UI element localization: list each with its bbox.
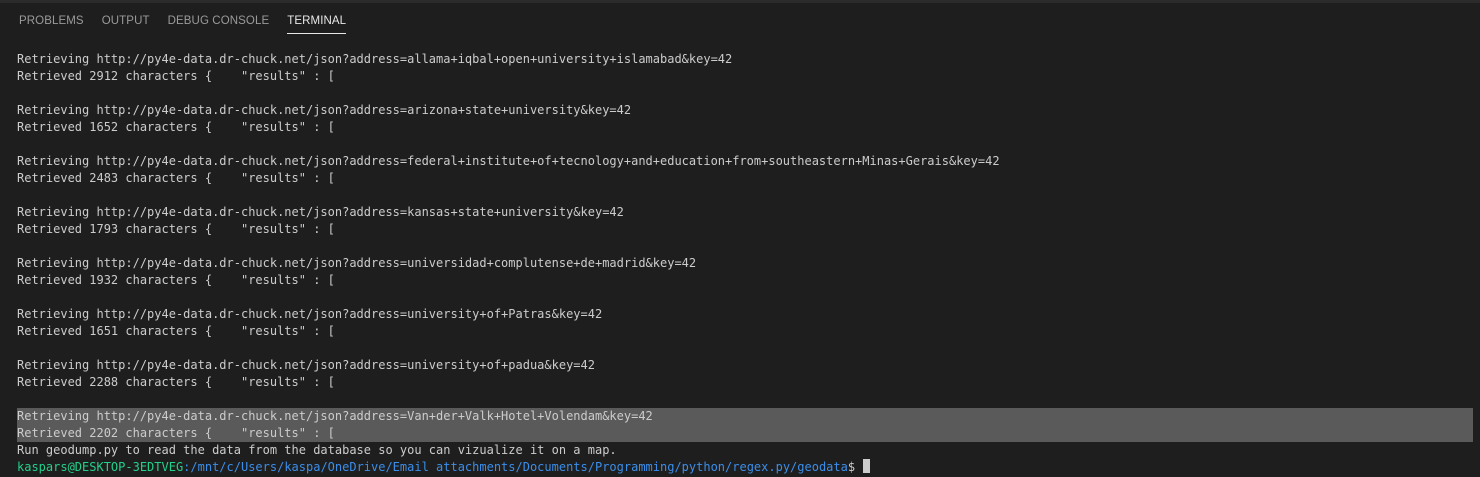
terminal-line-retrieved: Retrieved 1651 characters { "results" : … [17, 324, 335, 338]
terminal-cursor [863, 459, 871, 473]
terminal-output[interactable]: Retrieving http://py4e-data.dr-chuck.net… [17, 51, 1480, 476]
terminal-line-retrieved: Retrieved 1793 characters { "results" : … [17, 222, 335, 236]
terminal-line-retrieving: Retrieving http://py4e-data.dr-chuck.net… [17, 205, 624, 219]
terminal-line-retrieving: Retrieving http://py4e-data.dr-chuck.net… [17, 52, 733, 66]
terminal-line-retrieving: Retrieving http://py4e-data.dr-chuck.net… [17, 103, 632, 117]
terminal-panel: PROBLEMS OUTPUT DEBUG CONSOLE TERMINAL R… [0, 0, 1480, 477]
terminal-message: Run geodump.py to read the data from the… [17, 443, 617, 457]
prompt-symbol: $ [847, 460, 863, 474]
terminal-prompt[interactable]: kaspars@DESKTOP-3EDTVEG:/mnt/c/Users/kas… [17, 459, 1480, 476]
tab-terminal[interactable]: TERMINAL [278, 3, 355, 39]
terminal-line-retrieving: Retrieving http://py4e-data.dr-chuck.net… [17, 307, 603, 321]
terminal-line-retrieving: Retrieving http://py4e-data.dr-chuck.net… [17, 358, 595, 372]
terminal-line-retrieved-selected: Retrieved 2202 characters { "results" : … [17, 426, 335, 440]
prompt-path: :/mnt/c/Users/kaspa/OneDrive/Email attac… [183, 460, 848, 474]
terminal-line-retrieving: Retrieving http://py4e-data.dr-chuck.net… [17, 256, 697, 270]
tab-problems[interactable]: PROBLEMS [10, 3, 93, 39]
terminal-line-retrieved: Retrieved 1652 characters { "results" : … [17, 120, 335, 134]
tab-debug-console[interactable]: DEBUG CONSOLE [159, 3, 279, 39]
terminal-line-retrieving-selected: Retrieving http://py4e-data.dr-chuck.net… [17, 409, 653, 423]
terminal-line-retrieving: Retrieving http://py4e-data.dr-chuck.net… [17, 154, 1000, 168]
panel-tabs: PROBLEMS OUTPUT DEBUG CONSOLE TERMINAL [0, 3, 355, 39]
terminal-line-retrieved: Retrieved 2912 characters { "results" : … [17, 69, 335, 83]
terminal-line-retrieved: Retrieved 2483 characters { "results" : … [17, 171, 335, 185]
tab-output[interactable]: OUTPUT [93, 3, 159, 39]
terminal-line-retrieved: Retrieved 1932 characters { "results" : … [17, 273, 335, 287]
terminal-line-retrieved: Retrieved 2288 characters { "results" : … [17, 375, 335, 389]
prompt-user-host: kaspars@DESKTOP-3EDTVEG [17, 460, 184, 474]
